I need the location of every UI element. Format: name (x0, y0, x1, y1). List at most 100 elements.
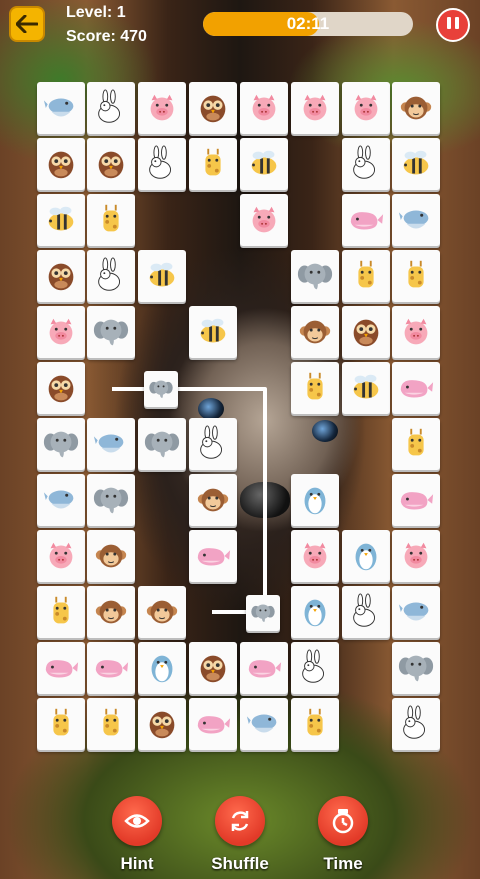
tile-penguin[interactable] (138, 642, 186, 694)
monkey-icon (400, 96, 432, 120)
tile-dolphin[interactable] (37, 474, 85, 526)
tile-bee[interactable] (342, 362, 390, 414)
tile-pig[interactable] (291, 82, 339, 134)
tile-giraffe[interactable] (392, 250, 440, 302)
tile-pig[interactable] (37, 306, 85, 358)
tile-monkey[interactable] (138, 586, 186, 638)
tile-giraffe[interactable] (291, 698, 339, 750)
pig-icon (404, 318, 428, 345)
pig-icon (303, 542, 327, 569)
tile-pig[interactable] (392, 530, 440, 582)
tile-dolphin[interactable] (240, 698, 288, 750)
tile-bee[interactable] (37, 194, 85, 246)
tile-owl[interactable] (342, 306, 390, 358)
pig-icon (49, 542, 73, 569)
tile-rabbit[interactable] (87, 250, 135, 302)
tile-owl[interactable] (138, 698, 186, 750)
tile-bee[interactable] (392, 138, 440, 190)
rabbit-icon (353, 593, 376, 627)
tile-monkey[interactable] (291, 306, 339, 358)
tile-monkey[interactable] (87, 586, 135, 638)
tile-giraffe[interactable] (37, 698, 85, 750)
tile-rabbit[interactable] (392, 698, 440, 750)
tile-elephant[interactable] (37, 418, 85, 470)
tile-monkey[interactable] (392, 82, 440, 134)
tile-elephant[interactable] (392, 642, 440, 694)
time-button[interactable] (318, 796, 368, 846)
tile-dolphin[interactable] (87, 418, 135, 470)
tile-monkey[interactable] (87, 530, 135, 582)
shuffle-button[interactable] (215, 796, 265, 846)
tile-bee[interactable] (189, 306, 237, 358)
elephant-icon (297, 263, 333, 290)
owl-icon (353, 319, 379, 347)
tile-rabbit[interactable] (138, 138, 186, 190)
tile-owl[interactable] (87, 138, 135, 190)
tile-penguin[interactable] (291, 586, 339, 638)
tile-whale[interactable] (342, 194, 390, 246)
tile-whale[interactable] (189, 698, 237, 750)
tile-whale[interactable] (240, 642, 288, 694)
owl-icon (48, 263, 74, 291)
tile-elephant[interactable] (87, 474, 135, 526)
tile-giraffe[interactable] (392, 418, 440, 470)
tile-whale[interactable] (392, 474, 440, 526)
tile-owl[interactable] (189, 82, 237, 134)
tile-dolphin[interactable] (37, 82, 85, 134)
tile-pig[interactable] (342, 82, 390, 134)
tile-giraffe[interactable] (189, 138, 237, 190)
tile-dolphin[interactable] (392, 194, 440, 246)
dolphin-icon (43, 490, 74, 509)
tile-giraffe[interactable] (342, 250, 390, 302)
rabbit-icon (98, 89, 121, 123)
tile-owl[interactable] (37, 362, 85, 414)
pig-icon (49, 318, 73, 345)
tile-owl[interactable] (37, 250, 85, 302)
tile-elephant[interactable] (246, 595, 280, 631)
eye-icon (124, 814, 150, 828)
tile-elephant[interactable] (138, 418, 186, 470)
tile-pig[interactable] (37, 530, 85, 582)
pig-icon (354, 94, 378, 121)
tile-pig[interactable] (240, 194, 288, 246)
tile-rabbit[interactable] (189, 418, 237, 470)
tile-giraffe[interactable] (37, 586, 85, 638)
giraffe-icon (103, 708, 119, 736)
tile-elephant[interactable] (291, 250, 339, 302)
tile-whale[interactable] (37, 642, 85, 694)
tile-whale[interactable] (189, 530, 237, 582)
tile-rabbit[interactable] (87, 82, 135, 134)
tile-monkey[interactable] (189, 474, 237, 526)
tile-bee[interactable] (138, 250, 186, 302)
tile-pig[interactable] (138, 82, 186, 134)
tile-giraffe[interactable] (87, 194, 135, 246)
tile-whale[interactable] (87, 642, 135, 694)
tile-owl[interactable] (37, 138, 85, 190)
tile-rabbit[interactable] (342, 138, 390, 190)
giraffe-icon (53, 708, 69, 736)
bee-icon (149, 262, 175, 287)
tile-pig[interactable] (291, 530, 339, 582)
tile-giraffe[interactable] (87, 698, 135, 750)
rabbit-icon (403, 705, 426, 739)
tile-pig[interactable] (392, 306, 440, 358)
tile-giraffe[interactable] (291, 362, 339, 414)
tile-rabbit[interactable] (291, 642, 339, 694)
tile-owl[interactable] (189, 642, 237, 694)
owl-icon (48, 375, 74, 403)
tile-whale[interactable] (392, 362, 440, 414)
tile-rabbit[interactable] (342, 586, 390, 638)
whale-icon (45, 660, 79, 678)
hint-button[interactable] (112, 796, 162, 846)
tile-penguin[interactable] (291, 474, 339, 526)
tile-elephant[interactable] (144, 371, 178, 407)
whale-icon (400, 380, 434, 398)
tile-penguin[interactable] (342, 530, 390, 582)
bee-icon (251, 150, 277, 175)
tile-bee[interactable] (240, 138, 288, 190)
tile-dolphin[interactable] (392, 586, 440, 638)
tile-elephant[interactable] (87, 306, 135, 358)
dolphin-icon (398, 602, 429, 621)
monkey-icon (146, 600, 178, 624)
tile-pig[interactable] (240, 82, 288, 134)
